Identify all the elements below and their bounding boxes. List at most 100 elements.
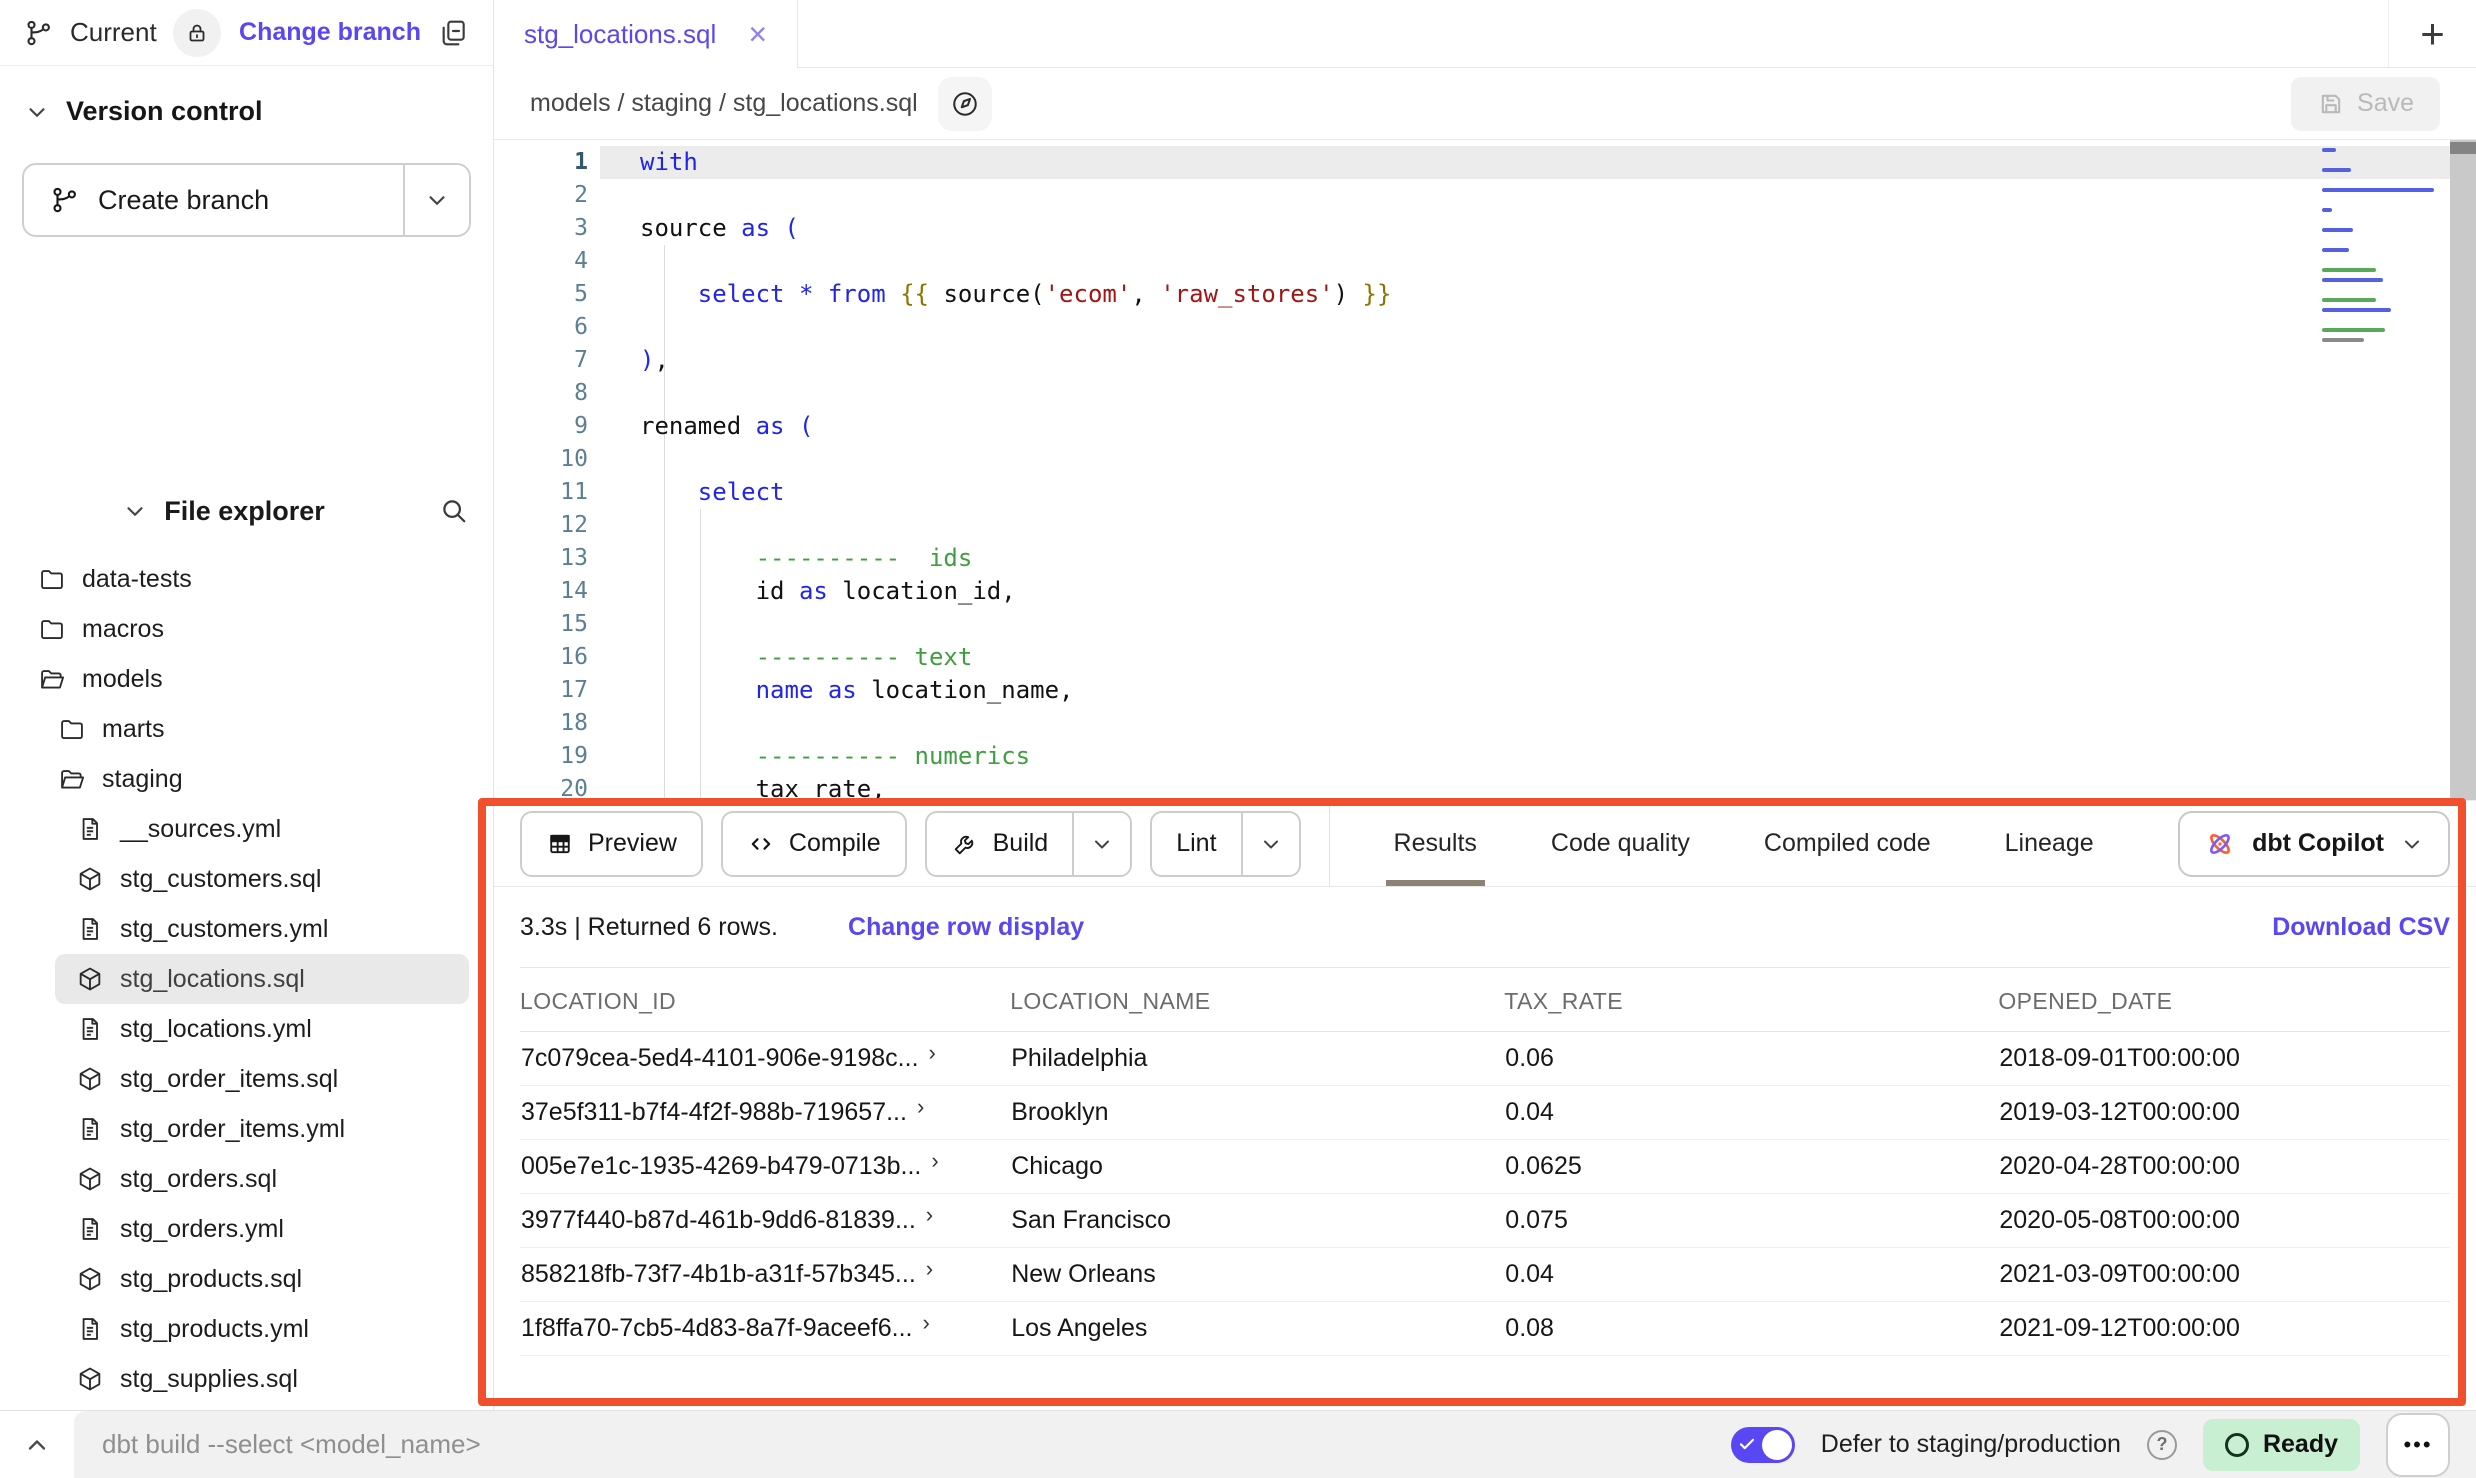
save-icon — [2317, 90, 2345, 118]
compile-button[interactable]: Compile — [721, 811, 907, 877]
wrench-icon — [951, 830, 979, 858]
change-row-display-link[interactable]: Change row display — [848, 913, 1084, 942]
create-branch-button[interactable]: Create branch — [22, 163, 471, 237]
expand-command-bar-button[interactable] — [0, 1411, 74, 1478]
file-tree-item-stg-products-yml[interactable]: stg_products.yml — [0, 1304, 493, 1354]
location-id-value: 1f8ffa70-7cb5-4d83-8a7f-9aceef6... — [521, 1314, 913, 1343]
code-icon — [747, 830, 775, 858]
file-tree-item-macros[interactable]: macros — [0, 604, 493, 654]
lineage-compass-button[interactable] — [938, 77, 992, 131]
close-icon[interactable]: × — [748, 18, 767, 50]
code-line-2 — [600, 179, 2476, 212]
line-number: 3 — [494, 212, 588, 245]
create-branch-dropdown[interactable] — [403, 165, 469, 235]
minimap-line — [2322, 308, 2391, 312]
expand-row-icon[interactable]: › — [931, 1148, 938, 1174]
file-tree-item-models[interactable]: models — [0, 654, 493, 704]
panel-tab-lineage[interactable]: Lineage — [1997, 801, 2102, 886]
model-icon — [76, 1365, 104, 1393]
location-name-value: San Francisco — [1010, 1194, 1504, 1248]
file-label: stg_locations.yml — [120, 1015, 312, 1044]
expand-row-icon[interactable]: › — [926, 1202, 933, 1228]
file-tree-item-stg-orders-yml[interactable]: stg_orders.yml — [0, 1204, 493, 1254]
panel-tab-results[interactable]: Results — [1386, 801, 1485, 886]
panel-tab-code-quality[interactable]: Code quality — [1543, 801, 1698, 886]
new-tab-button[interactable]: + — [2388, 0, 2476, 67]
panel-tabs: Results Code quality Compiled code Lineage — [1386, 801, 2102, 886]
line-number: 20 — [494, 773, 588, 800]
change-branch-link[interactable]: Change branch — [239, 18, 421, 47]
build-dropdown[interactable] — [1072, 813, 1130, 875]
code-line-13: ---------- ids — [600, 542, 2476, 575]
expand-row-icon[interactable]: › — [929, 1040, 936, 1066]
minimap[interactable] — [2322, 148, 2440, 348]
expand-row-icon[interactable]: › — [926, 1256, 933, 1282]
tab-stg-locations-sql[interactable]: stg_locations.sql × — [494, 0, 798, 68]
minimap-line — [2322, 188, 2434, 192]
branch-header: Current Change branch — [0, 0, 493, 66]
line-number: 7 — [494, 344, 588, 377]
expand-row-icon[interactable]: › — [917, 1094, 924, 1120]
save-label: Save — [2357, 89, 2414, 118]
file-tree-item-stg-order-items-sql[interactable]: stg_order_items.sql — [0, 1054, 493, 1104]
file-tree-item-staging[interactable]: staging — [0, 754, 493, 804]
check-icon — [1738, 1435, 1756, 1453]
line-number: 6 — [494, 311, 588, 344]
save-button[interactable]: Save — [2291, 77, 2440, 131]
file-icon — [76, 1115, 104, 1143]
file-tree-item-stg-customers-sql[interactable]: stg_customers.sql — [0, 854, 493, 904]
file-tree-item-stg-products-sql[interactable]: stg_products.sql — [0, 1254, 493, 1304]
folder-icon — [38, 615, 66, 643]
chevron-down-icon — [2400, 832, 2424, 856]
search-icon[interactable] — [439, 496, 469, 526]
preview-button[interactable]: Preview — [520, 811, 703, 877]
model-icon — [76, 865, 104, 893]
version-control-header[interactable]: Version control — [0, 66, 493, 137]
results-panel: Preview Compile Build — [494, 800, 2476, 1410]
file-tree-item-stg-locations-sql[interactable]: stg_locations.sql — [55, 954, 469, 1004]
minimap-line — [2322, 208, 2332, 212]
defer-toggle[interactable] — [1731, 1427, 1795, 1463]
file-tree-item-stg-orders-sql[interactable]: stg_orders.sql — [0, 1154, 493, 1204]
file-icon — [76, 915, 104, 943]
lint-button[interactable]: Lint — [1150, 811, 1300, 877]
editor-scrollbar[interactable] — [2450, 140, 2476, 800]
panel-tab-compiled-code[interactable]: Compiled code — [1756, 801, 1939, 886]
dbt-cloud-ide: Current Change branch Version control — [0, 0, 2476, 1478]
dbt-copilot-button[interactable]: dbt Copilot — [2178, 811, 2450, 877]
file-tree-item-stg-customers-yml[interactable]: stg_customers.yml — [0, 904, 493, 954]
file-tree-item-stg-locations-yml[interactable]: stg_locations.yml — [0, 1004, 493, 1054]
code-editor[interactable]: 1234567891011121314151617181920 withsour… — [494, 140, 2476, 800]
opened-date-value: 2020-04-28T00:00:00 — [1998, 1140, 2450, 1194]
build-button[interactable]: Build — [925, 811, 1133, 877]
file-tree-item-data-tests[interactable]: data-tests — [0, 554, 493, 604]
more-options-button[interactable]: ••• — [2386, 1413, 2450, 1477]
command-input[interactable] — [100, 1428, 720, 1461]
file-tree-item--sources-yml[interactable]: __sources.yml — [0, 804, 493, 854]
file-tree-item-marts[interactable]: marts — [0, 704, 493, 754]
location-name-value: Brooklyn — [1010, 1086, 1504, 1140]
opened-date-value: 2018-09-01T00:00:00 — [1998, 1032, 2450, 1086]
download-csv-link[interactable]: Download CSV — [2272, 913, 2450, 942]
scrollbar-thumb[interactable] — [2450, 142, 2476, 154]
model-icon — [76, 1165, 104, 1193]
minimap-line — [2322, 268, 2376, 272]
model-icon — [76, 1065, 104, 1093]
code-area[interactable]: withsource as ( select * from {{ source(… — [600, 140, 2476, 800]
create-branch-main[interactable]: Create branch — [24, 165, 403, 235]
tax-rate-value: 0.04 — [1504, 1086, 1998, 1140]
main-area: stg_locations.sql × + models / staging /… — [494, 0, 2476, 1410]
folder-icon — [58, 715, 86, 743]
expand-row-icon[interactable]: › — [923, 1310, 930, 1336]
lint-dropdown[interactable] — [1241, 813, 1299, 875]
file-explorer-header[interactable]: File explorer — [0, 480, 493, 542]
column-header-location_id: LOCATION_ID — [520, 968, 1010, 1032]
results-table-container: LOCATION_IDLOCATION_NAMETAX_RATEOPENED_D… — [494, 967, 2476, 1410]
copy-file-icon[interactable] — [437, 17, 469, 49]
file-label: data-tests — [82, 565, 192, 594]
help-icon[interactable]: ? — [2147, 1430, 2177, 1460]
code-line-20: tax_rate, — [600, 773, 2476, 800]
file-tree-item-stg-supplies-sql[interactable]: stg_supplies.sql — [0, 1354, 493, 1404]
code-line-17: name as location_name, — [600, 674, 2476, 707]
file-tree-item-stg-order-items-yml[interactable]: stg_order_items.yml — [0, 1104, 493, 1154]
